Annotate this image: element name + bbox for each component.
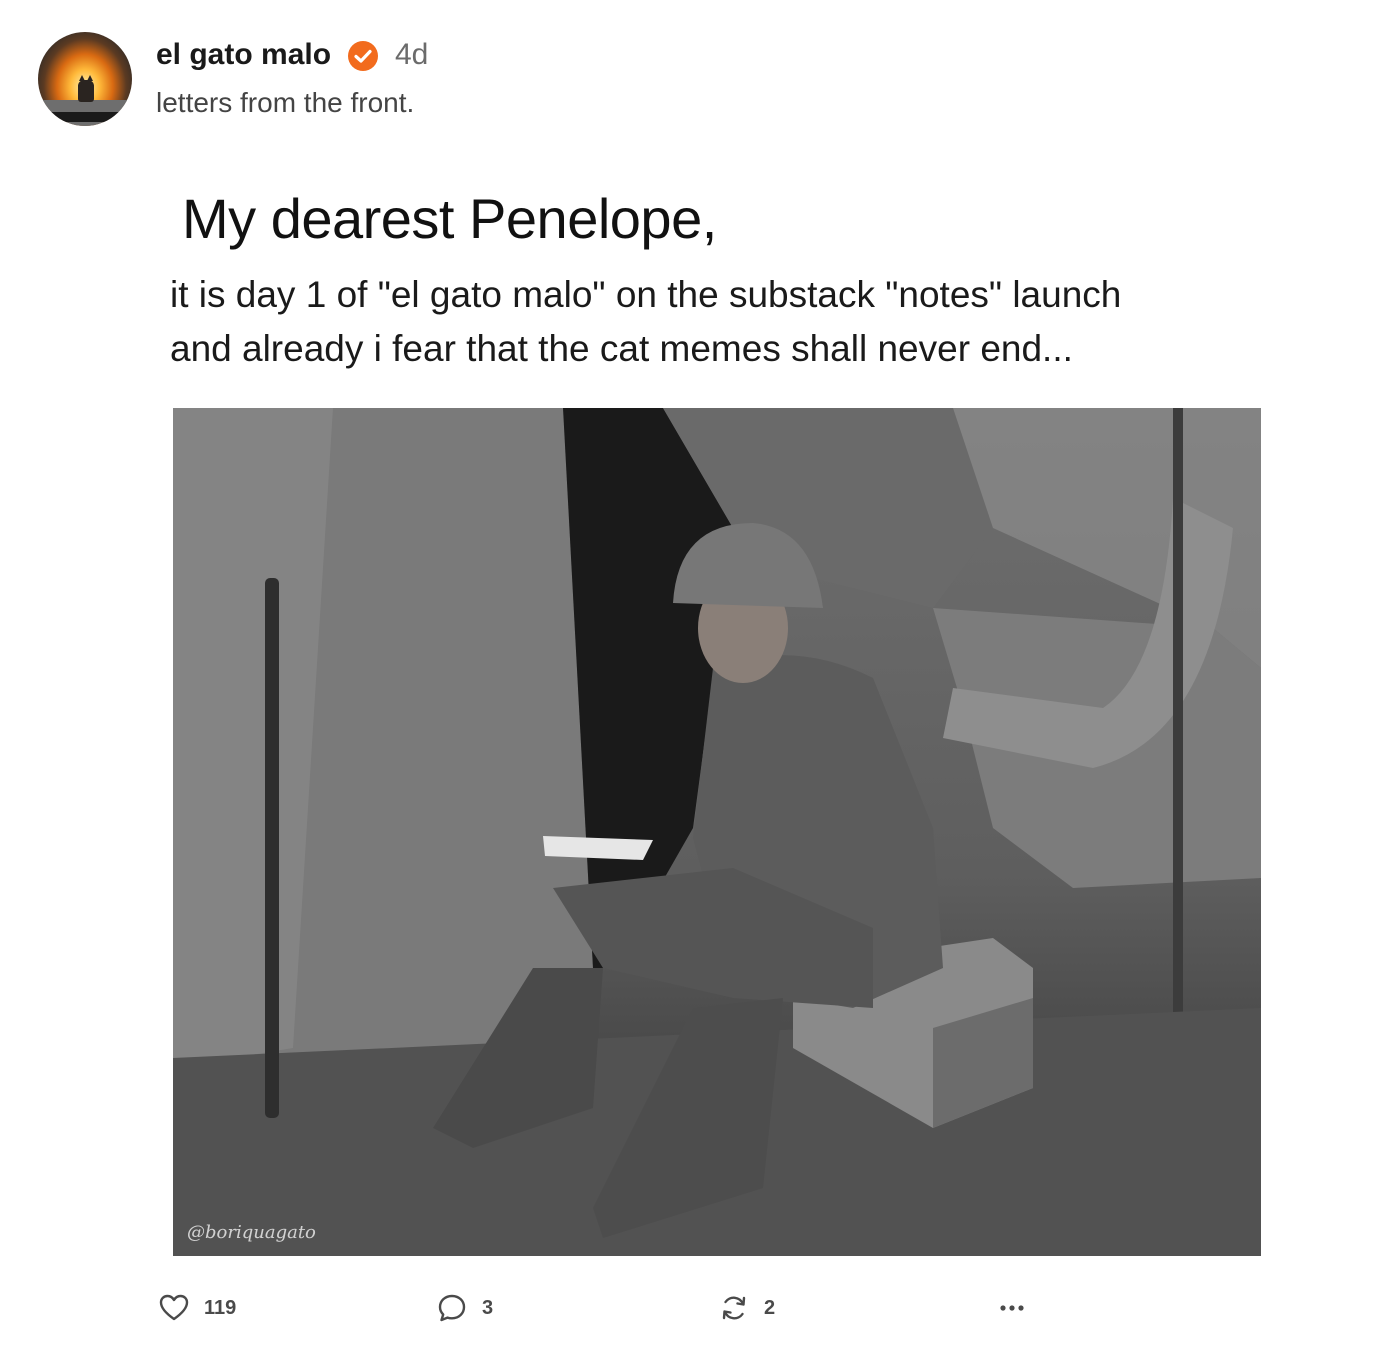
- avatar-caption-strip: [38, 112, 132, 122]
- avatar-cat: [78, 75, 94, 102]
- restack-button[interactable]: 2: [718, 1290, 775, 1326]
- restack-count: 2: [764, 1296, 776, 1319]
- meme-image[interactable]: My dearest Penelope, it is day 1 of "el …: [164, 170, 1264, 1265]
- like-count: 119: [204, 1296, 237, 1319]
- post-action-bar: 119 3 2: [0, 1280, 1374, 1340]
- comment-bubble-icon: [438, 1294, 466, 1322]
- meme-line-2: and already i fear that the cat memes sh…: [170, 328, 1073, 369]
- author-avatar[interactable]: [38, 32, 132, 126]
- post-timestamp[interactable]: 4d: [395, 38, 428, 72]
- heart-icon: [159, 1294, 189, 1321]
- meme-body: it is day 1 of "el gato malo" on the sub…: [170, 268, 1121, 376]
- comment-count: 3: [482, 1296, 494, 1319]
- soldier-photo: @boriquagato: [173, 408, 1261, 1256]
- more-icon: [1000, 1305, 1024, 1311]
- meme-line-1: it is day 1 of "el gato malo" on the sub…: [170, 274, 1122, 315]
- soldier-photo-illustration: [173, 408, 1261, 1256]
- author-name[interactable]: el gato malo: [156, 38, 331, 72]
- post-text: letters from the front.: [156, 87, 415, 118]
- restack-icon: [722, 1296, 746, 1320]
- like-button[interactable]: 119: [158, 1290, 236, 1326]
- photo-watermark: @boriquagato: [187, 1222, 316, 1243]
- comment-button[interactable]: 3: [436, 1290, 493, 1326]
- more-options-button[interactable]: [996, 1290, 1028, 1326]
- verified-badge-icon: [348, 41, 378, 71]
- meme-title: My dearest Penelope,: [182, 187, 717, 250]
